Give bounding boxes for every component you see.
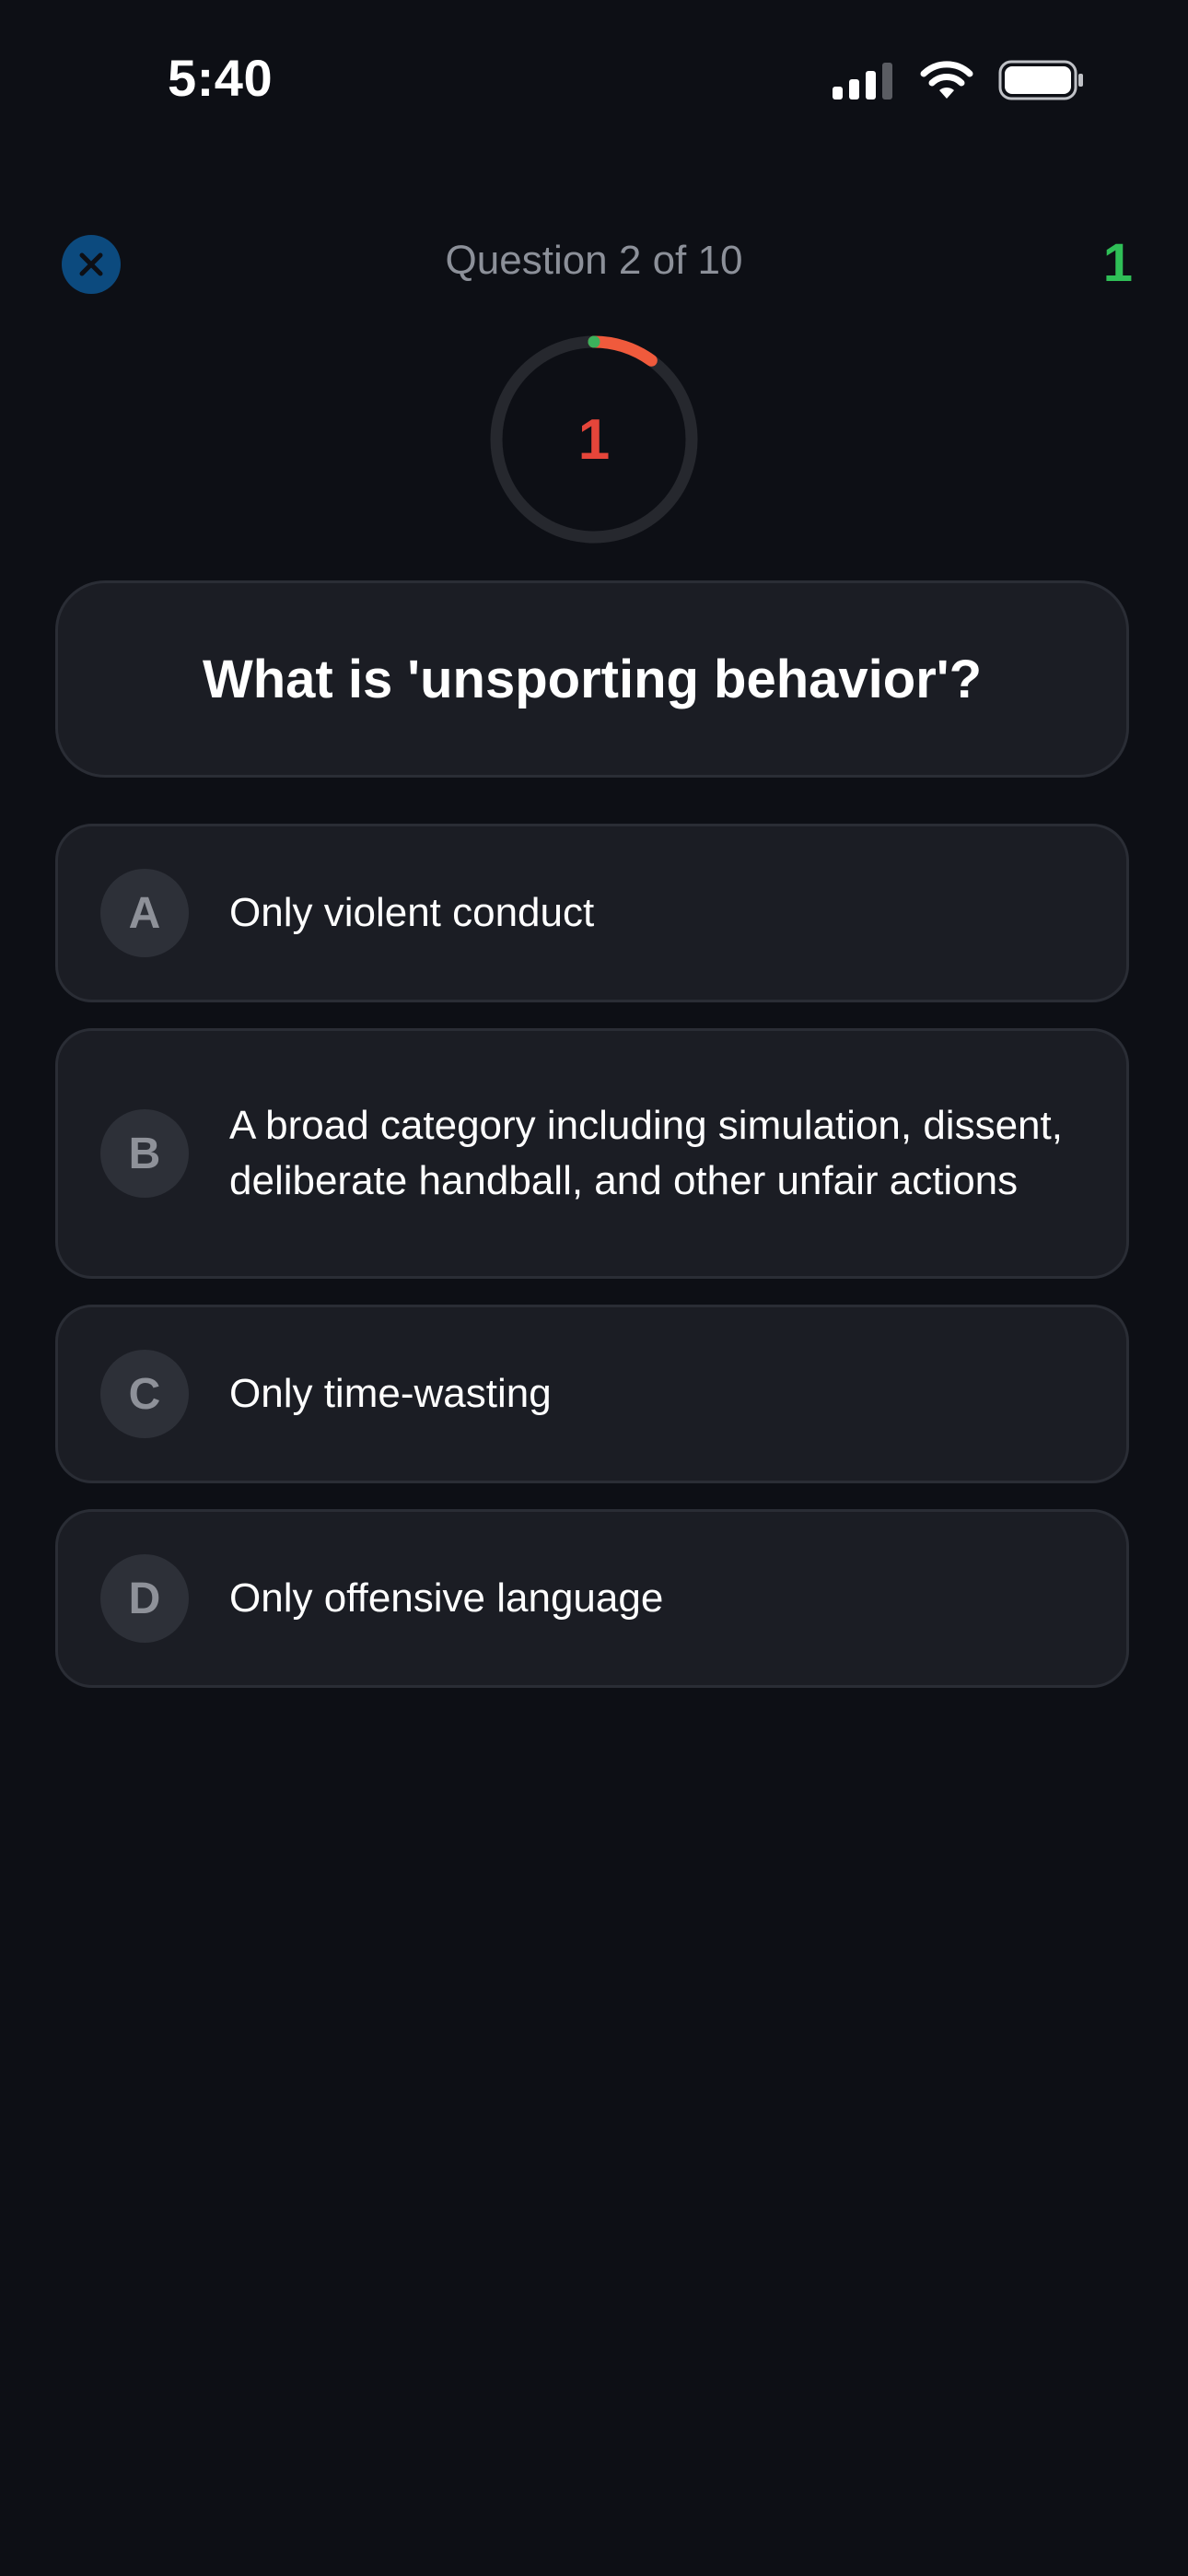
answer-text: Only violent conduct: [229, 890, 595, 935]
answer-letter-badge: D: [100, 1554, 189, 1643]
status-icons: [833, 57, 1085, 103]
answer-option-b[interactable]: B A broad category including simulation,…: [55, 1028, 1129, 1279]
answer-option-d[interactable]: D Only offensive language: [55, 1509, 1129, 1688]
score-counter: 1: [1102, 233, 1133, 293]
answer-letter-badge: B: [100, 1109, 189, 1198]
status-bar: 5:40: [0, 0, 1188, 157]
answer-letter-badge: C: [100, 1350, 189, 1438]
answer-letter-badge: A: [100, 869, 189, 957]
question-progress-label: Question 2 of 10: [445, 238, 743, 283]
countdown-timer: 1: [488, 334, 700, 545]
timer-value: 1: [577, 407, 611, 472]
answer-option-a[interactable]: A Only violent conduct: [55, 824, 1129, 1002]
battery-icon: [998, 60, 1085, 100]
signal-icon: [833, 61, 895, 100]
quiz-screen: 5:40 Question 2 of 10 1 1 What is 'unspo…: [0, 0, 1188, 2576]
question-text: What is 'unsporting behavior'?: [202, 649, 983, 709]
wifi-icon: [919, 60, 974, 100]
answer-text: Only offensive language: [229, 1575, 664, 1621]
answer-option-c[interactable]: C Only time-wasting: [55, 1305, 1129, 1483]
status-time: 5:40: [168, 49, 274, 107]
answer-text: Only time-wasting: [229, 1371, 552, 1416]
question-card: What is 'unsporting behavior'?: [55, 580, 1129, 778]
answer-text: A broad category including simulation, d…: [229, 1103, 1063, 1203]
